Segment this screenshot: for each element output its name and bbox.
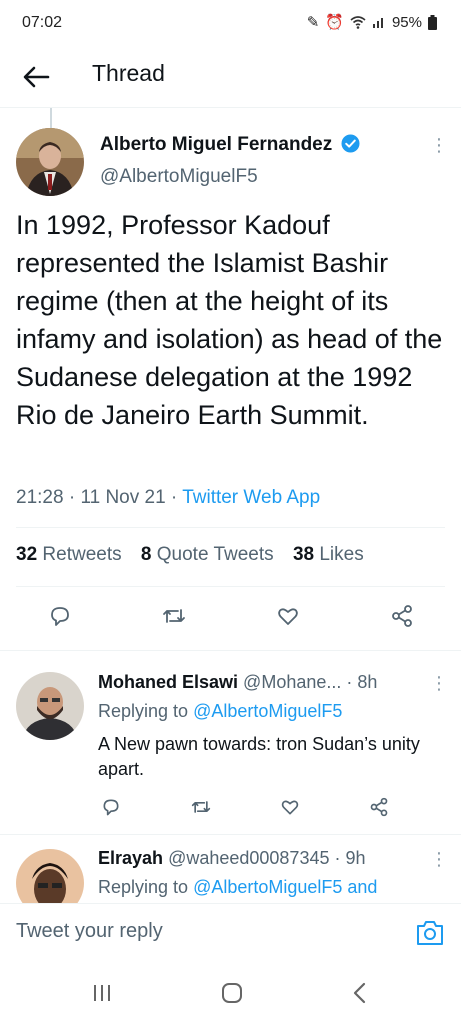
tweet-meta: 21:28 · 11 Nov 21 · Twitter Web App bbox=[16, 487, 320, 509]
quotes-label: Quote Tweets bbox=[156, 544, 274, 565]
reply-item[interactable]: Elrayah @waheed00087345 · 9h ⋮ Replying … bbox=[0, 835, 461, 903]
back-nav-icon[interactable] bbox=[350, 981, 370, 1005]
heart-icon bbox=[278, 608, 298, 625]
replying-to-link[interactable]: @AlbertoMiguelF5 bbox=[193, 701, 342, 721]
reply-author-handle: @Mohane... bbox=[243, 672, 342, 692]
tweet-text: In 1992, Professor Kadouf represented th… bbox=[16, 210, 443, 430]
reply-author[interactable]: Elrayah @waheed00087345 · 9h bbox=[98, 848, 366, 869]
divider bbox=[16, 527, 445, 528]
share-icon bbox=[392, 605, 412, 627]
reply-composer[interactable]: Tweet your reply bbox=[0, 903, 461, 961]
divider bbox=[0, 650, 461, 651]
edit-icon: ✎ bbox=[306, 14, 320, 31]
likes-stat[interactable]: 38 Likes bbox=[293, 544, 364, 565]
home-icon[interactable] bbox=[220, 981, 244, 1005]
avatar[interactable] bbox=[16, 849, 84, 903]
quotes-stat[interactable]: 8 Quote Tweets bbox=[141, 544, 274, 565]
back-arrow-icon[interactable] bbox=[18, 62, 54, 92]
camera-icon[interactable] bbox=[415, 919, 445, 947]
battery-icon bbox=[428, 14, 437, 30]
replying-to: Replying to @AlbertoMiguelF5 bbox=[98, 701, 342, 722]
author-name: Alberto Miguel Fernandez bbox=[100, 134, 333, 155]
status-icons: ✎ ⏰ 95% bbox=[307, 13, 437, 31]
like-button[interactable] bbox=[275, 792, 305, 822]
retweet-button[interactable] bbox=[154, 598, 194, 634]
quotes-count: 8 bbox=[140, 544, 152, 565]
avatar[interactable] bbox=[16, 128, 84, 196]
avatar[interactable] bbox=[16, 672, 84, 740]
retweet-icon bbox=[191, 801, 211, 813]
reply-author-name: Mohaned Elsawi bbox=[98, 672, 239, 692]
battery-level: 95% bbox=[391, 13, 422, 31]
likes-count: 38 bbox=[292, 544, 315, 565]
reply-author-handle: @waheed00087345 bbox=[168, 848, 330, 868]
more-options-icon[interactable]: ⋮ bbox=[430, 136, 448, 154]
replying-to-link[interactable]: @AlbertoMiguelF5 and bbox=[193, 877, 377, 897]
more-options-icon[interactable]: ⋮ bbox=[430, 674, 448, 692]
system-nav-bar bbox=[0, 961, 461, 1024]
meta-separator: · bbox=[68, 487, 81, 508]
tweet-stats: 32 Retweets 8 Quote Tweets 38 Likes bbox=[16, 544, 364, 566]
divider bbox=[16, 586, 445, 587]
tweet-author[interactable]: Alberto Miguel Fernandez bbox=[100, 134, 360, 156]
reply-age: · 8h bbox=[346, 672, 378, 692]
recent-apps-icon[interactable] bbox=[92, 983, 112, 1003]
reply-author-name: Elrayah bbox=[98, 848, 164, 868]
tweet-time: 21:28 bbox=[16, 487, 64, 508]
reply-age: · 9h bbox=[334, 848, 366, 868]
likes-label: Likes bbox=[319, 544, 364, 565]
share-icon bbox=[370, 797, 388, 817]
verified-badge-icon bbox=[341, 134, 360, 153]
share-button[interactable] bbox=[364, 792, 394, 822]
tweet-date: 11 Nov 21 bbox=[80, 487, 166, 508]
retweets-count: 32 bbox=[16, 544, 38, 565]
wifi-icon bbox=[350, 16, 366, 29]
tweet-source-link[interactable]: Twitter Web App bbox=[182, 487, 320, 508]
reply-text: A New pawn towards: tron Sudan’s unity a… bbox=[98, 734, 420, 779]
retweet-button[interactable] bbox=[186, 792, 216, 822]
heart-icon bbox=[281, 800, 299, 815]
reply-button[interactable] bbox=[96, 792, 126, 822]
retweets-stat[interactable]: 32 Retweets bbox=[16, 544, 122, 565]
meta-separator: · bbox=[170, 487, 183, 508]
reply-author[interactable]: Mohaned Elsawi @Mohane... · 8h bbox=[98, 672, 377, 693]
share-button[interactable] bbox=[382, 598, 422, 634]
alarm-icon: ⏰ bbox=[325, 14, 344, 31]
like-button[interactable] bbox=[268, 598, 308, 634]
reply-input-placeholder[interactable]: Tweet your reply bbox=[16, 920, 163, 943]
reply-button[interactable] bbox=[40, 598, 80, 634]
retweet-icon bbox=[163, 609, 185, 623]
status-time: 07:02 bbox=[22, 14, 63, 31]
replying-to: Replying to @AlbertoMiguelF5 and bbox=[98, 877, 377, 898]
thread-connector-line bbox=[50, 108, 52, 130]
retweets-label: Retweets bbox=[42, 544, 122, 565]
signal-icon bbox=[372, 18, 383, 28]
replying-to-prefix: Replying to bbox=[98, 701, 189, 721]
status-bar: 07:02 ✎ ⏰ 95% bbox=[0, 0, 461, 48]
reply-icon bbox=[51, 607, 69, 626]
more-options-icon[interactable]: ⋮ bbox=[430, 850, 448, 868]
page-title: Thread bbox=[92, 60, 165, 86]
replying-to-prefix: Replying to bbox=[98, 877, 189, 897]
reply-icon bbox=[103, 799, 119, 816]
author-handle: @AlbertoMiguelF5 bbox=[100, 166, 258, 187]
thread-header: Thread bbox=[0, 48, 461, 108]
